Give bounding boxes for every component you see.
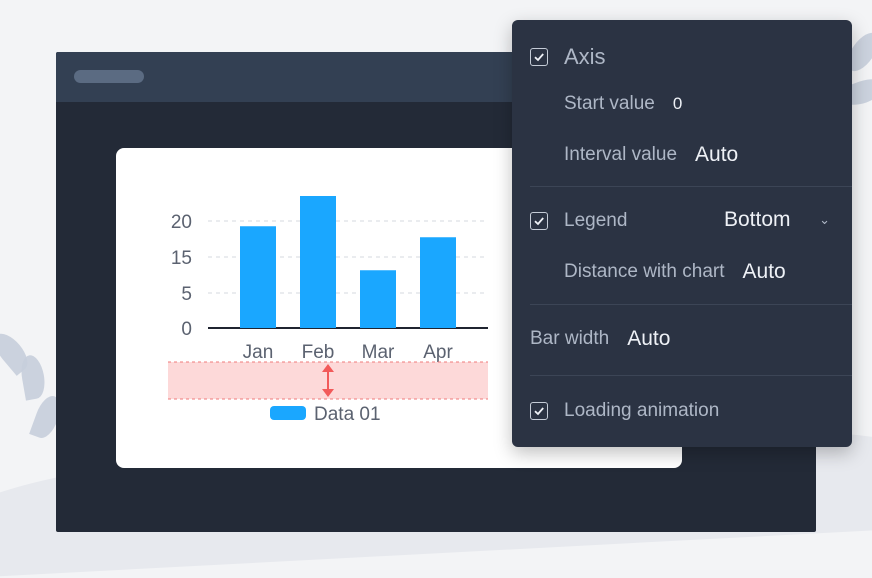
- loading-animation-label: Loading animation: [564, 400, 720, 421]
- interval-value-row: Interval value Auto: [564, 143, 852, 167]
- bar-width-input[interactable]: Auto: [627, 327, 670, 351]
- axis-checkbox[interactable]: [530, 48, 548, 66]
- legend-checkbox[interactable]: [530, 212, 548, 230]
- distance-input[interactable]: Auto: [743, 260, 786, 284]
- start-value-row: Start value 0: [564, 93, 852, 115]
- x-tick-label: Mar: [362, 342, 395, 363]
- legend-swatch: [270, 406, 306, 420]
- y-tick-label: 15: [171, 248, 192, 269]
- bar-width-label: Bar width: [530, 328, 610, 349]
- x-tick-label: Feb: [302, 342, 335, 363]
- check-icon: [534, 53, 544, 62]
- bar-feb: [300, 196, 336, 328]
- legend-position-value: Bottom: [724, 208, 791, 231]
- interval-value-label: Interval value: [564, 144, 678, 165]
- decorative-leaf: [18, 353, 48, 401]
- distance-label: Distance with chart: [564, 261, 725, 282]
- loading-animation-row: Loading animation: [530, 400, 852, 422]
- y-tick-label: 5: [181, 284, 192, 305]
- divider: [530, 375, 852, 376]
- y-tick-label: 20: [171, 212, 192, 233]
- chart-settings-panel: Axis Start value 0 Interval value Auto L…: [512, 20, 852, 447]
- title-placeholder: [74, 70, 144, 83]
- legend-label: Legend: [564, 210, 628, 231]
- y-tick-label: 0: [181, 319, 192, 340]
- bar-apr: [420, 237, 456, 328]
- loading-animation-checkbox[interactable]: [530, 402, 548, 420]
- distance-row: Distance with chart Auto: [564, 260, 852, 284]
- start-value-label: Start value: [564, 93, 655, 114]
- bar-mar: [360, 270, 396, 328]
- check-icon: [534, 217, 544, 226]
- check-icon: [534, 407, 544, 416]
- x-tick-label: Apr: [423, 342, 453, 363]
- legend-position-select[interactable]: Bottom ⌄: [724, 208, 830, 232]
- divider: [530, 186, 852, 187]
- start-value-input[interactable]: 0: [673, 94, 682, 114]
- bar-width-row: Bar width Auto: [530, 327, 852, 351]
- x-tick-label: Jan: [243, 342, 274, 363]
- interval-value-input[interactable]: Auto: [695, 143, 738, 167]
- axis-label: Axis: [564, 44, 606, 69]
- legend-label: Data 01: [314, 404, 381, 425]
- bar-jan: [240, 226, 276, 328]
- chevron-down-icon: ⌄: [819, 212, 830, 227]
- divider: [530, 304, 852, 305]
- axis-row: Axis: [530, 44, 852, 70]
